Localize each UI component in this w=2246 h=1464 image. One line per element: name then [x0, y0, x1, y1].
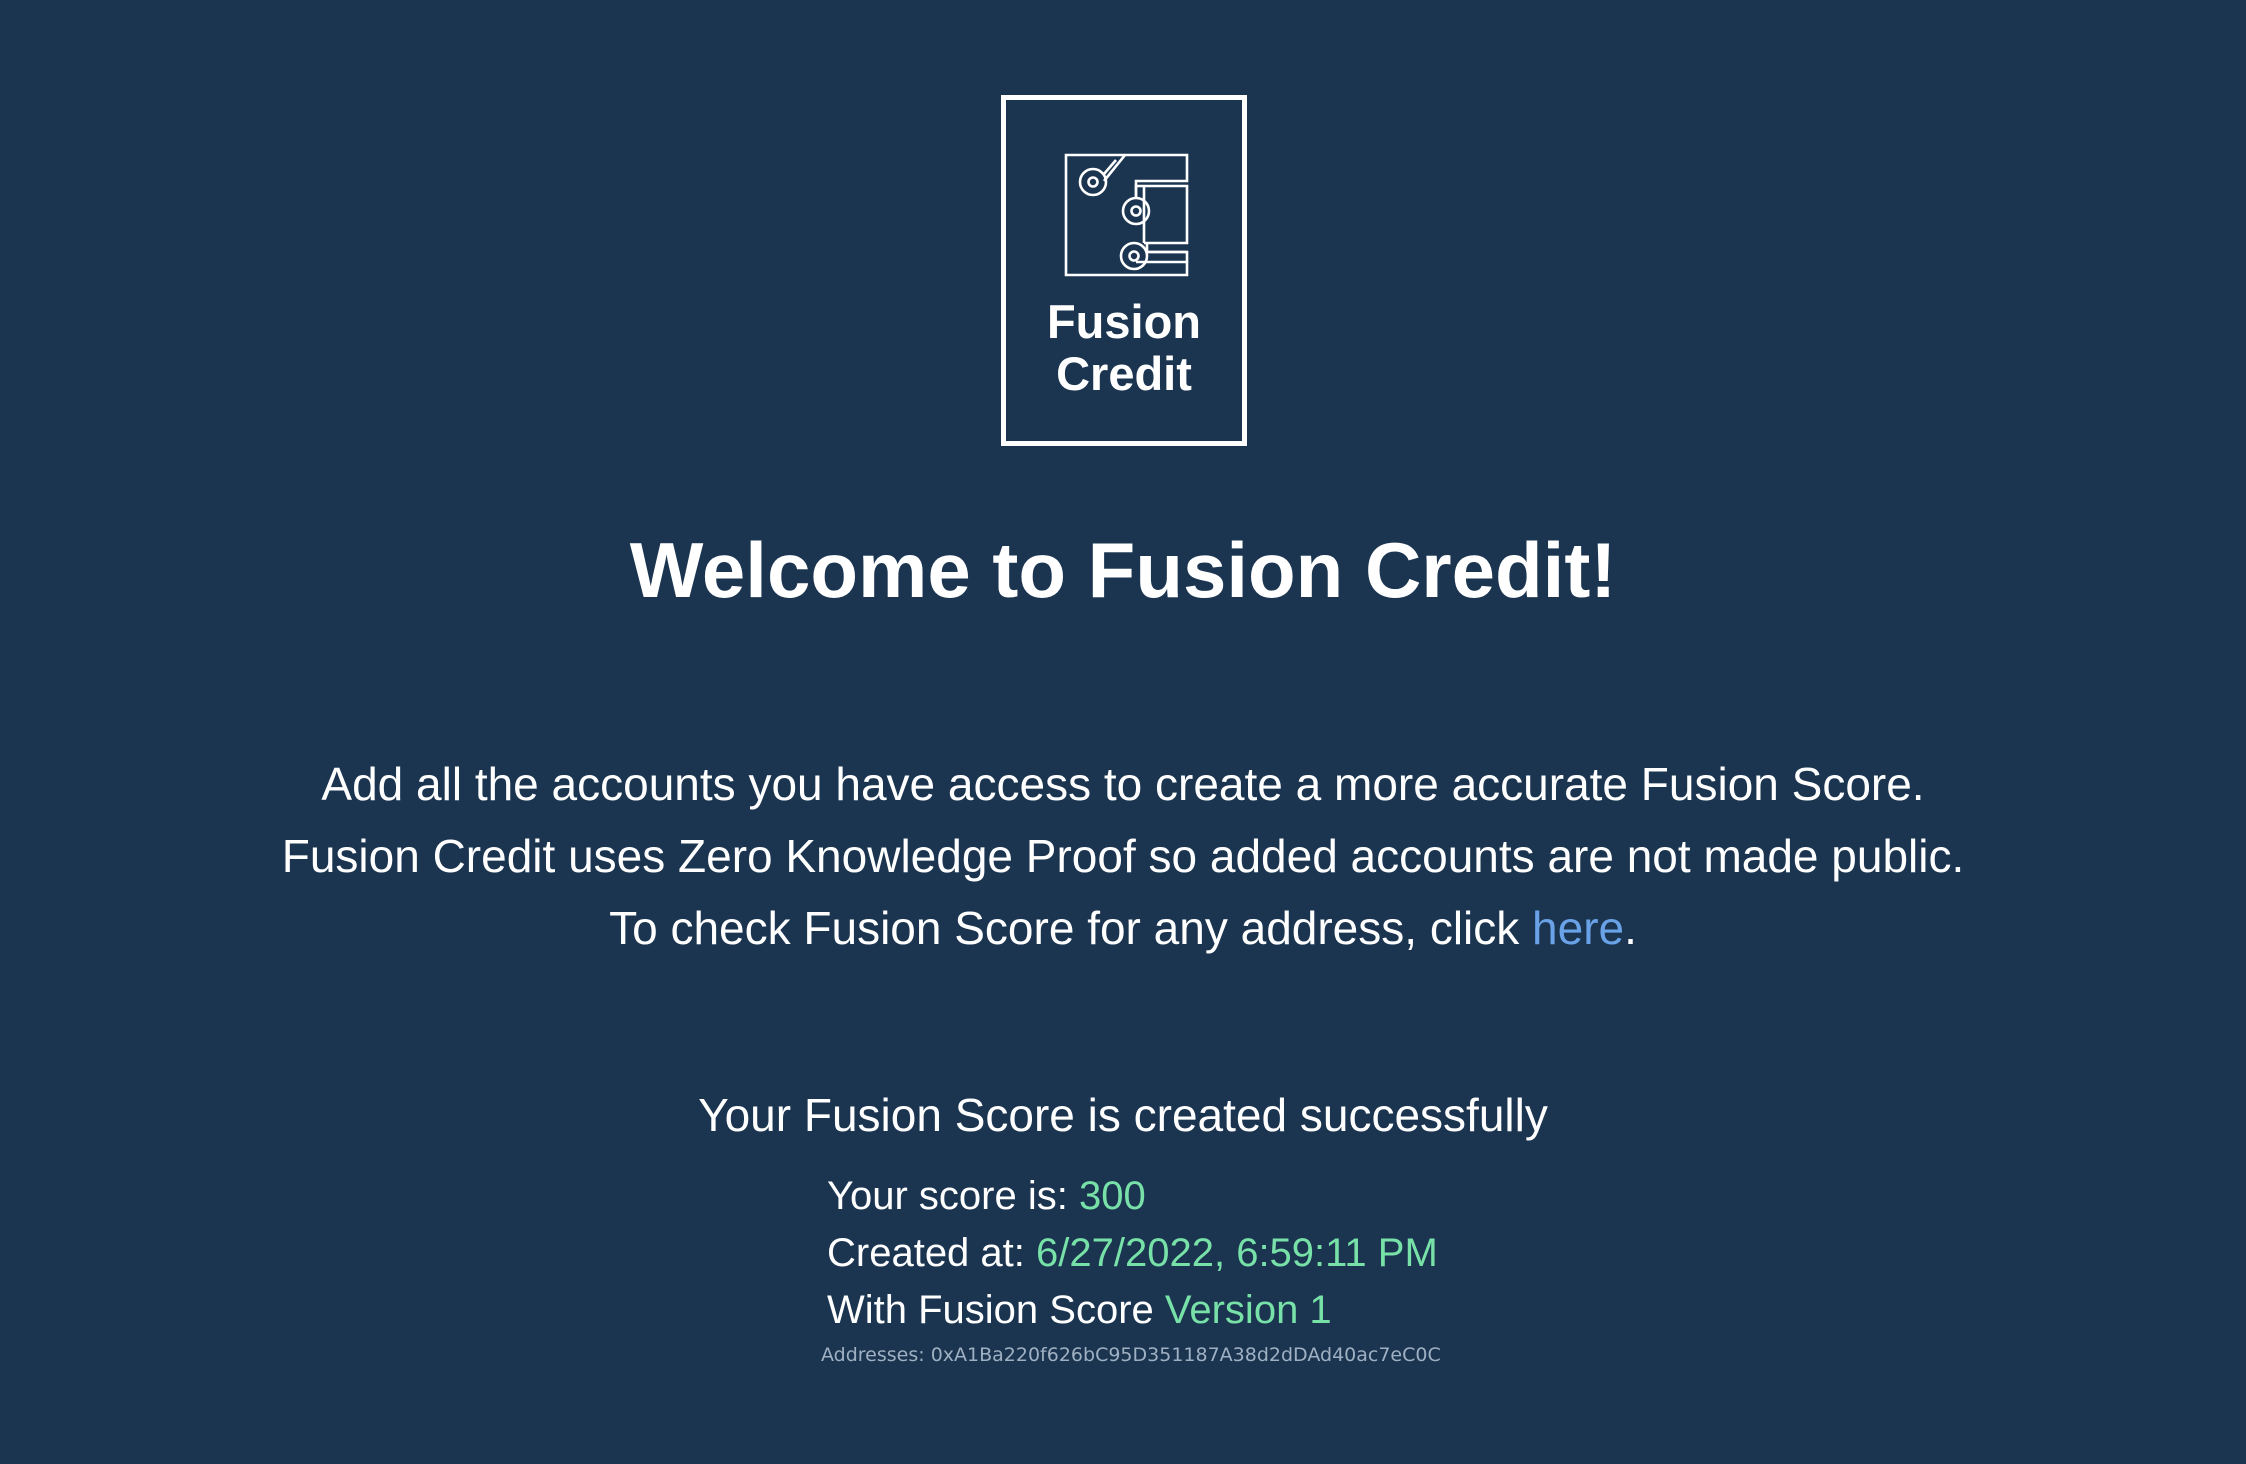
- score-details: Your score is: 300 Created at: 6/27/2022…: [827, 1168, 1438, 1339]
- logo-wordmark: Fusion Credit: [1006, 296, 1242, 400]
- score-label: Your score is:: [827, 1174, 1079, 1218]
- score-row: Your score is: 300: [827, 1168, 1438, 1225]
- created-at-value: 6/27/2022, 6:59:11 PM: [1036, 1231, 1438, 1275]
- fusion-credit-logo: Fusion Credit: [1001, 95, 1247, 446]
- page-title: Welcome to Fusion Credit!: [629, 526, 1617, 614]
- logo-line-2: Credit: [1056, 347, 1192, 400]
- check-score-link[interactable]: here: [1532, 902, 1624, 954]
- score-value: 300: [1078, 1174, 1146, 1218]
- logo-line-1: Fusion: [1046, 295, 1202, 348]
- intro-line-3-prefix: To check Fusion Score for any address, c…: [609, 902, 1533, 954]
- version-label: With Fusion Score: [827, 1288, 1165, 1332]
- version-row: With Fusion Score Version 1: [827, 1282, 1438, 1339]
- intro-line-3-suffix: .: [1624, 902, 1637, 954]
- circuit-board-icon: [1064, 153, 1189, 277]
- intro-line-2: Fusion Credit uses Zero Knowledge Proof …: [281, 830, 1965, 882]
- version-value: Version 1: [1164, 1288, 1332, 1332]
- intro-line-1: Add all the accounts you have access to …: [321, 758, 1925, 810]
- intro-text: Add all the accounts you have access to …: [0, 748, 2246, 964]
- created-at-label: Created at:: [827, 1231, 1037, 1275]
- created-at-row: Created at: 6/27/2022, 6:59:11 PM: [827, 1225, 1438, 1282]
- intro-line-3: To check Fusion Score for any address, c…: [0, 892, 2246, 964]
- success-heading: Your Fusion Score is created successfull…: [698, 1089, 1548, 1141]
- addresses-text: Addresses: 0xA1Ba220f626bC95D351187A38d2…: [821, 1344, 1441, 1366]
